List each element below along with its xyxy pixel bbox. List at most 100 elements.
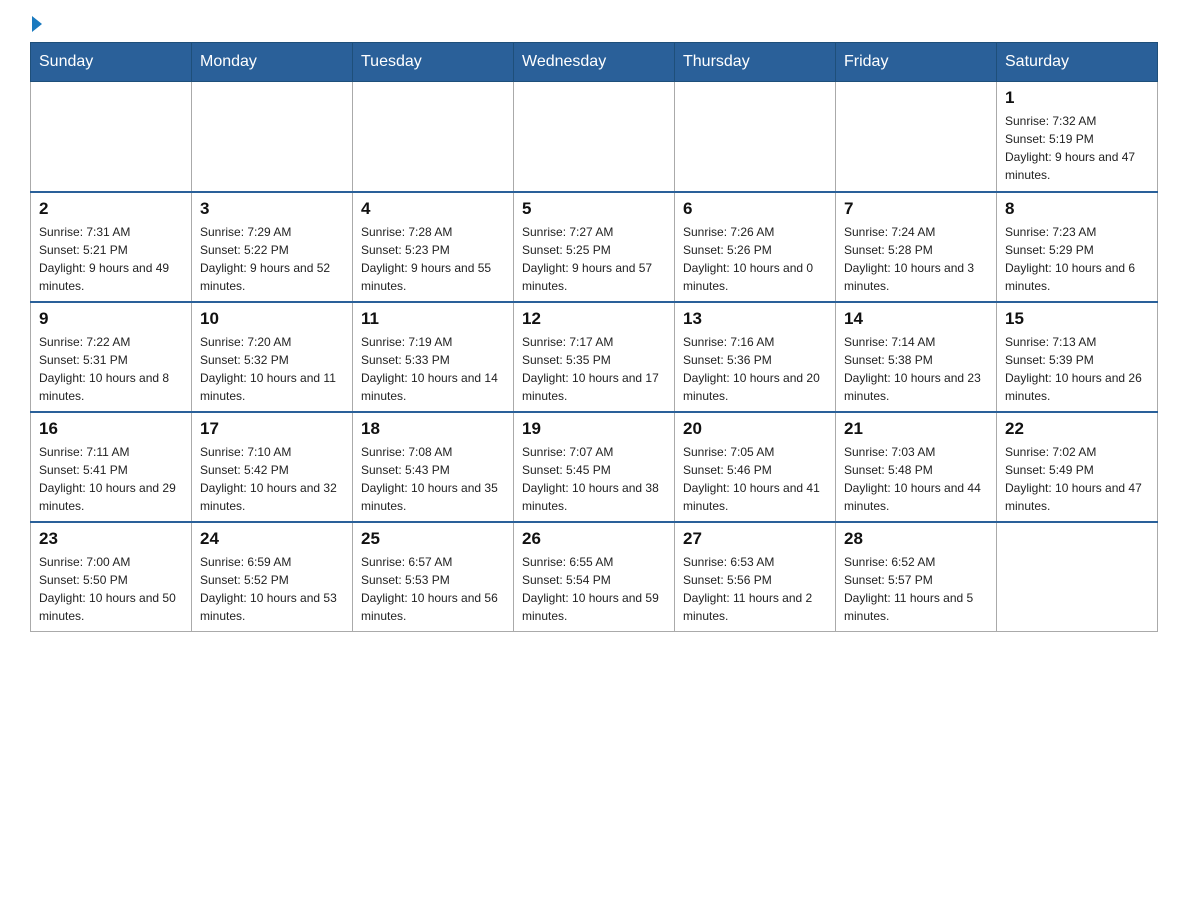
day-number: 16 [39, 419, 183, 439]
calendar-day-cell: 17 Sunrise: 7:10 AMSunset: 5:42 PMDayligh… [192, 412, 353, 522]
day-info: Sunrise: 7:05 AMSunset: 5:46 PMDaylight:… [683, 443, 827, 515]
day-info: Sunrise: 7:10 AMSunset: 5:42 PMDaylight:… [200, 443, 344, 515]
day-info: Sunrise: 7:24 AMSunset: 5:28 PMDaylight:… [844, 223, 988, 295]
day-number: 27 [683, 529, 827, 549]
day-info: Sunrise: 7:28 AMSunset: 5:23 PMDaylight:… [361, 223, 505, 295]
calendar-day-cell: 26 Sunrise: 6:55 AMSunset: 5:54 PMDayligh… [514, 522, 675, 632]
calendar-day-cell: 12 Sunrise: 7:17 AMSunset: 5:35 PMDayligh… [514, 302, 675, 412]
day-info: Sunrise: 7:02 AMSunset: 5:49 PMDaylight:… [1005, 443, 1149, 515]
day-number: 19 [522, 419, 666, 439]
calendar-day-cell: 22 Sunrise: 7:02 AMSunset: 5:49 PMDayligh… [997, 412, 1158, 522]
calendar-day-cell: 16 Sunrise: 7:11 AMSunset: 5:41 PMDayligh… [31, 412, 192, 522]
day-info: Sunrise: 7:03 AMSunset: 5:48 PMDaylight:… [844, 443, 988, 515]
day-of-week-header: Thursday [675, 43, 836, 82]
logo-arrow-icon [32, 16, 42, 32]
day-number: 4 [361, 199, 505, 219]
day-info: Sunrise: 6:53 AMSunset: 5:56 PMDaylight:… [683, 553, 827, 625]
calendar-day-cell [353, 82, 514, 192]
day-info: Sunrise: 7:31 AMSunset: 5:21 PMDaylight:… [39, 223, 183, 295]
calendar-day-cell [192, 82, 353, 192]
day-number: 17 [200, 419, 344, 439]
day-info: Sunrise: 6:59 AMSunset: 5:52 PMDaylight:… [200, 553, 344, 625]
calendar-day-cell: 7 Sunrise: 7:24 AMSunset: 5:28 PMDaylight… [836, 192, 997, 302]
day-info: Sunrise: 7:32 AMSunset: 5:19 PMDaylight:… [1005, 112, 1149, 184]
day-info: Sunrise: 7:07 AMSunset: 5:45 PMDaylight:… [522, 443, 666, 515]
day-of-week-header: Friday [836, 43, 997, 82]
calendar-day-cell: 19 Sunrise: 7:07 AMSunset: 5:45 PMDayligh… [514, 412, 675, 522]
calendar-day-cell: 6 Sunrise: 7:26 AMSunset: 5:26 PMDaylight… [675, 192, 836, 302]
calendar-table: SundayMondayTuesdayWednesdayThursdayFrid… [30, 42, 1158, 632]
calendar-day-cell [836, 82, 997, 192]
calendar-day-cell: 25 Sunrise: 6:57 AMSunset: 5:53 PMDayligh… [353, 522, 514, 632]
calendar-day-cell: 23 Sunrise: 7:00 AMSunset: 5:50 PMDayligh… [31, 522, 192, 632]
day-number: 28 [844, 529, 988, 549]
calendar-day-cell: 20 Sunrise: 7:05 AMSunset: 5:46 PMDayligh… [675, 412, 836, 522]
day-of-week-header: Saturday [997, 43, 1158, 82]
calendar-day-cell: 18 Sunrise: 7:08 AMSunset: 5:43 PMDayligh… [353, 412, 514, 522]
day-number: 13 [683, 309, 827, 329]
calendar-day-cell [31, 82, 192, 192]
calendar-day-cell: 27 Sunrise: 6:53 AMSunset: 5:56 PMDayligh… [675, 522, 836, 632]
calendar-week-row: 16 Sunrise: 7:11 AMSunset: 5:41 PMDayligh… [31, 412, 1158, 522]
day-info: Sunrise: 7:20 AMSunset: 5:32 PMDaylight:… [200, 333, 344, 405]
day-of-week-header: Sunday [31, 43, 192, 82]
day-number: 22 [1005, 419, 1149, 439]
day-number: 1 [1005, 88, 1149, 108]
day-info: Sunrise: 7:16 AMSunset: 5:36 PMDaylight:… [683, 333, 827, 405]
day-info: Sunrise: 7:23 AMSunset: 5:29 PMDaylight:… [1005, 223, 1149, 295]
calendar-day-cell [997, 522, 1158, 632]
day-number: 15 [1005, 309, 1149, 329]
day-number: 21 [844, 419, 988, 439]
calendar-day-cell: 4 Sunrise: 7:28 AMSunset: 5:23 PMDaylight… [353, 192, 514, 302]
calendar-week-row: 23 Sunrise: 7:00 AMSunset: 5:50 PMDayligh… [31, 522, 1158, 632]
day-of-week-header: Wednesday [514, 43, 675, 82]
day-number: 6 [683, 199, 827, 219]
day-info: Sunrise: 7:26 AMSunset: 5:26 PMDaylight:… [683, 223, 827, 295]
calendar-day-cell: 15 Sunrise: 7:13 AMSunset: 5:39 PMDayligh… [997, 302, 1158, 412]
day-info: Sunrise: 7:29 AMSunset: 5:22 PMDaylight:… [200, 223, 344, 295]
calendar-day-cell: 8 Sunrise: 7:23 AMSunset: 5:29 PMDaylight… [997, 192, 1158, 302]
day-number: 23 [39, 529, 183, 549]
calendar-day-cell: 10 Sunrise: 7:20 AMSunset: 5:32 PMDayligh… [192, 302, 353, 412]
calendar-day-cell [514, 82, 675, 192]
day-number: 26 [522, 529, 666, 549]
day-info: Sunrise: 7:22 AMSunset: 5:31 PMDaylight:… [39, 333, 183, 405]
logo [30, 20, 42, 32]
day-of-week-header: Monday [192, 43, 353, 82]
day-number: 25 [361, 529, 505, 549]
day-info: Sunrise: 7:14 AMSunset: 5:38 PMDaylight:… [844, 333, 988, 405]
day-number: 7 [844, 199, 988, 219]
day-number: 12 [522, 309, 666, 329]
logo-blue-container [30, 20, 42, 32]
calendar-week-row: 2 Sunrise: 7:31 AMSunset: 5:21 PMDaylight… [31, 192, 1158, 302]
day-of-week-header: Tuesday [353, 43, 514, 82]
day-number: 24 [200, 529, 344, 549]
day-info: Sunrise: 7:08 AMSunset: 5:43 PMDaylight:… [361, 443, 505, 515]
calendar-day-cell: 13 Sunrise: 7:16 AMSunset: 5:36 PMDayligh… [675, 302, 836, 412]
day-info: Sunrise: 7:17 AMSunset: 5:35 PMDaylight:… [522, 333, 666, 405]
calendar-day-cell: 3 Sunrise: 7:29 AMSunset: 5:22 PMDaylight… [192, 192, 353, 302]
calendar-day-cell: 5 Sunrise: 7:27 AMSunset: 5:25 PMDaylight… [514, 192, 675, 302]
day-number: 20 [683, 419, 827, 439]
day-number: 8 [1005, 199, 1149, 219]
day-number: 2 [39, 199, 183, 219]
day-info: Sunrise: 7:19 AMSunset: 5:33 PMDaylight:… [361, 333, 505, 405]
day-number: 5 [522, 199, 666, 219]
day-number: 11 [361, 309, 505, 329]
day-number: 18 [361, 419, 505, 439]
day-number: 9 [39, 309, 183, 329]
day-number: 14 [844, 309, 988, 329]
day-info: Sunrise: 6:57 AMSunset: 5:53 PMDaylight:… [361, 553, 505, 625]
day-info: Sunrise: 7:13 AMSunset: 5:39 PMDaylight:… [1005, 333, 1149, 405]
calendar-day-cell: 1 Sunrise: 7:32 AMSunset: 5:19 PMDaylight… [997, 82, 1158, 192]
day-info: Sunrise: 6:55 AMSunset: 5:54 PMDaylight:… [522, 553, 666, 625]
day-number: 10 [200, 309, 344, 329]
calendar-day-cell: 28Sunrise: 6:52 AMSunset: 5:57 PMDayligh… [836, 522, 997, 632]
day-number: 3 [200, 199, 344, 219]
day-info: Sunrise: 7:11 AMSunset: 5:41 PMDaylight:… [39, 443, 183, 515]
page-header [30, 20, 1158, 32]
calendar-header-row: SundayMondayTuesdayWednesdayThursdayFrid… [31, 43, 1158, 82]
calendar-day-cell: 2 Sunrise: 7:31 AMSunset: 5:21 PMDaylight… [31, 192, 192, 302]
day-info: Sunrise: 7:00 AMSunset: 5:50 PMDaylight:… [39, 553, 183, 625]
day-info: Sunrise: 7:27 AMSunset: 5:25 PMDaylight:… [522, 223, 666, 295]
